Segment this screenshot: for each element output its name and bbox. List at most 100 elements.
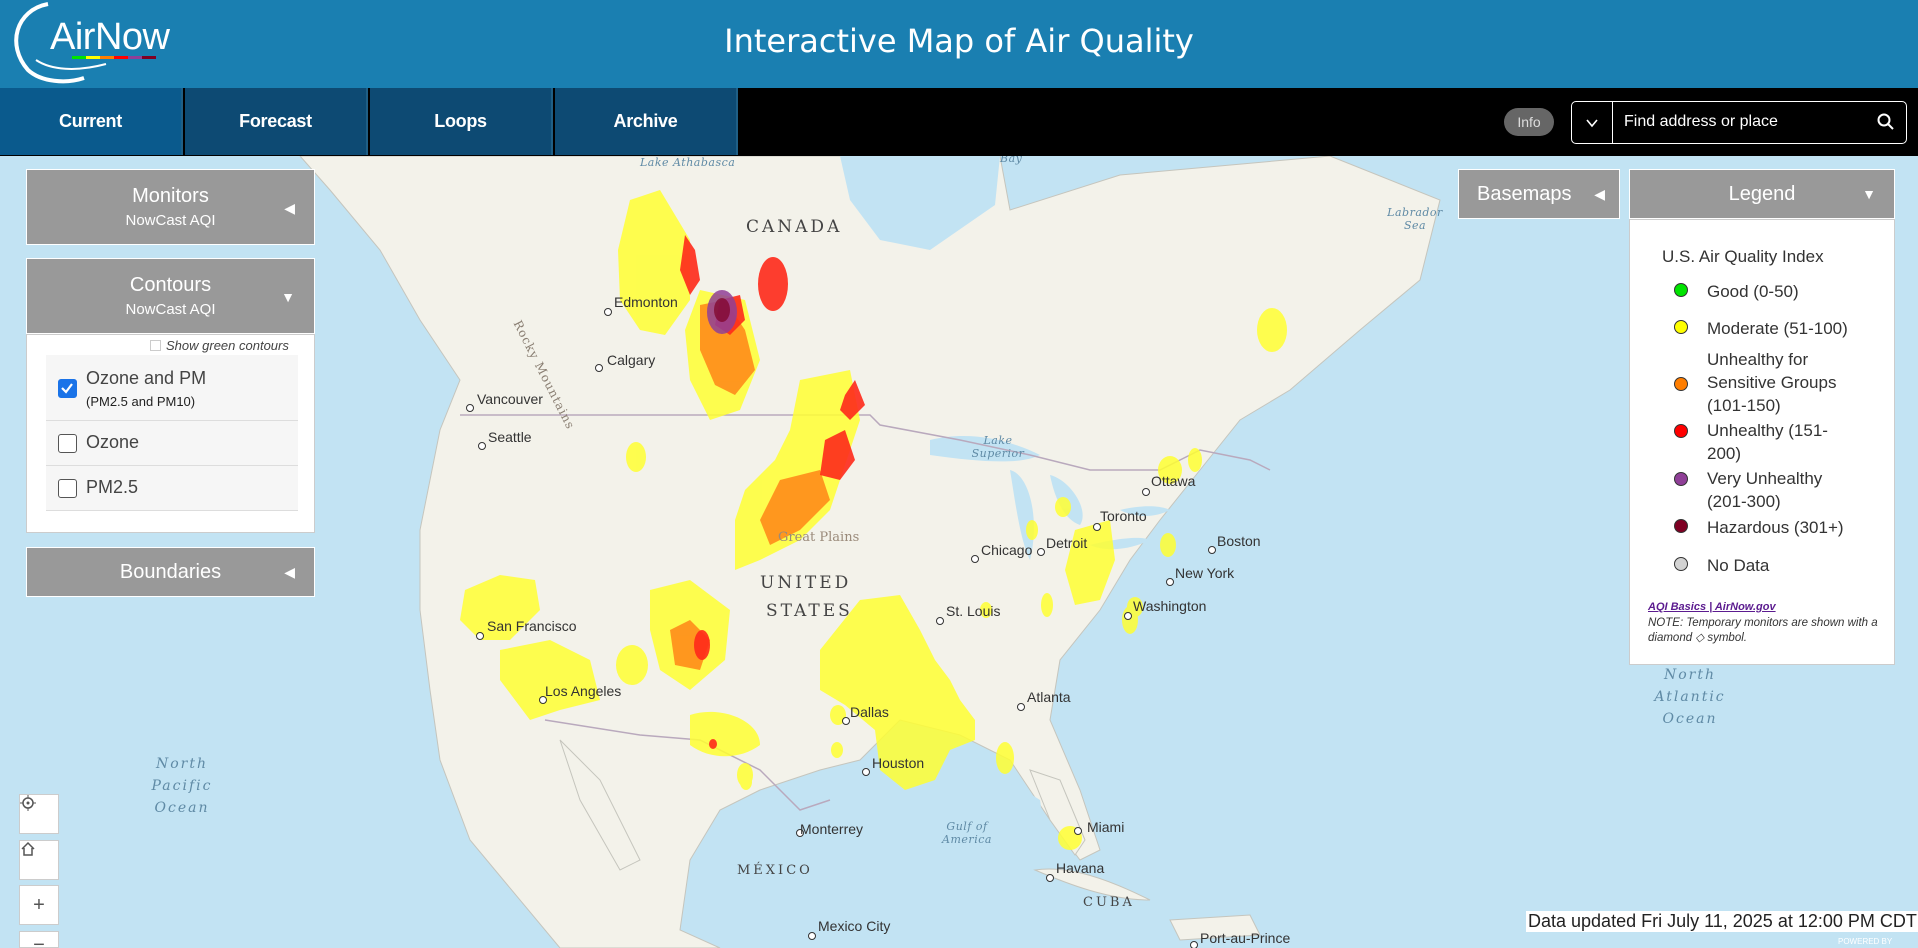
show-green-contours-toggle[interactable]: Show green contours — [150, 338, 289, 353]
city-dot — [1166, 578, 1174, 586]
show-green-label: Show green contours — [166, 338, 289, 353]
search-icon[interactable] — [1876, 112, 1896, 132]
city-label: Los Angeles — [545, 683, 622, 699]
ozone-checkbox[interactable] — [58, 434, 77, 453]
country-states: STATES — [766, 601, 853, 621]
city-dot — [604, 308, 612, 316]
caret-left-icon: ◀ — [284, 564, 295, 580]
aqi-index-title: U.S. Air Quality Index — [1662, 247, 1824, 266]
city-label: Seattle — [488, 429, 532, 445]
country-cuba: CUBA — [1083, 895, 1135, 910]
city-label: St. Louis — [946, 603, 1001, 619]
city-dot — [1074, 827, 1082, 835]
country-mexico: MÉXICO — [737, 863, 813, 878]
gulf-label: Gulf of America — [942, 820, 992, 846]
legend-label: Hazardous (301+) — [1707, 518, 1844, 537]
info-button[interactable]: Info — [1504, 108, 1554, 136]
green-dot-icon — [1674, 283, 1688, 297]
monitors-panel-header[interactable]: Monitors NowCast AQI ◀ — [26, 169, 315, 245]
caret-left-icon: ◀ — [284, 200, 295, 216]
lake-athabasca-label: Lake Athabasca — [640, 156, 736, 169]
ozone-pm-sublabel: (PM2.5 and PM10) — [86, 394, 196, 409]
city-label: Washington — [1133, 598, 1207, 614]
ozone-pm-checkbox[interactable] — [58, 379, 77, 398]
checkmark-icon — [61, 383, 73, 394]
city-dot — [842, 717, 850, 725]
lake-superior-label: Lake Superior — [971, 434, 1025, 460]
caret-down-icon: ▼ — [281, 289, 295, 305]
caret-left-icon: ◀ — [1594, 185, 1605, 202]
legend-label: Moderate (51-100) — [1707, 319, 1848, 338]
search-box — [1571, 101, 1907, 144]
search-input[interactable] — [1624, 113, 1854, 131]
maroon-dot-icon — [1674, 519, 1688, 533]
city-dot — [862, 768, 870, 776]
city-dot — [1037, 548, 1045, 556]
caret-down-icon: ▼ — [1862, 186, 1876, 202]
city-label: Chicago — [981, 542, 1033, 558]
legend-label: Good (0-50) — [1707, 282, 1799, 301]
home-icon — [21, 841, 35, 856]
city-label: Detroit — [1046, 535, 1088, 551]
zoom-out-button[interactable]: − — [19, 931, 59, 948]
city-label: Port-au-Prince — [1200, 930, 1291, 946]
city-label: Atlanta — [1027, 689, 1071, 705]
tab-current[interactable]: Current — [0, 88, 183, 155]
city-label: Boston — [1217, 533, 1261, 549]
header: AirNow Interactive Map of Air Quality — [0, 0, 1918, 88]
option-ozone[interactable]: Ozone — [46, 421, 298, 466]
zoom-in-button[interactable]: + — [19, 885, 59, 925]
pm25-checkbox[interactable] — [58, 479, 77, 498]
option-pm25[interactable]: PM2.5 — [46, 466, 298, 511]
option-ozone-and-pm[interactable]: Ozone and PM (PM2.5 and PM10) — [46, 355, 298, 421]
locate-button[interactable] — [19, 794, 59, 834]
city-label: Monterrey — [800, 821, 864, 837]
purple-dot-icon — [1674, 472, 1688, 486]
legend-panel: U.S. Air Quality Index Good (0-50) Moder… — [1629, 219, 1895, 665]
contours-title: Contours — [129, 274, 212, 296]
home-button[interactable] — [19, 840, 59, 880]
orange-dot-icon — [1674, 377, 1688, 391]
monitors-title: Monitors — [132, 185, 209, 207]
country-united: UNITED — [760, 573, 852, 593]
boundaries-title: Boundaries — [119, 561, 222, 583]
bay-label: Bay — [1000, 156, 1023, 165]
city-label: Edmonton — [614, 294, 678, 310]
ozone-pm-label: Ozone and PM — [86, 368, 207, 388]
country-canada: CANADA — [746, 217, 843, 237]
city-dot — [1124, 612, 1132, 620]
north-pacific-label: North Pacific Ocean — [151, 756, 213, 816]
tab-archive[interactable]: Archive — [555, 88, 738, 155]
city-label: Miami — [1087, 819, 1125, 835]
city-label: Havana — [1056, 860, 1105, 876]
city-dot — [1046, 874, 1054, 882]
chevron-down-icon — [1586, 118, 1598, 127]
aqi-basics-link[interactable]: AQI Basics | AirNow.gov — [1648, 601, 1776, 613]
gray-dot-icon — [1674, 557, 1688, 571]
city-label: Dallas — [850, 704, 889, 720]
nav-bar: Current Forecast Loops Archive Info — [0, 88, 1918, 156]
show-green-checkbox[interactable] — [150, 340, 161, 351]
search-dropdown-button[interactable] — [1572, 102, 1613, 143]
page-title: Interactive Map of Air Quality — [724, 22, 1194, 60]
contours-subtitle: NowCast AQI — [125, 301, 216, 318]
legend-label: No Data — [1707, 556, 1770, 575]
locate-icon — [20, 795, 36, 811]
basemaps-button[interactable]: Basemaps ◀ — [1458, 169, 1620, 219]
legend-title: Legend — [1728, 182, 1796, 205]
tab-loops[interactable]: Loops — [370, 88, 553, 155]
tab-forecast[interactable]: Forecast — [185, 88, 368, 155]
city-dot — [808, 932, 816, 940]
data-updated-status: Data updated Fri July 11, 2025 at 12:00 … — [1526, 911, 1918, 932]
city-dot — [1093, 523, 1101, 531]
great-plains-label: Great Plains — [778, 530, 860, 545]
city-dot — [1017, 703, 1025, 711]
city-label: Calgary — [607, 352, 656, 368]
city-label: Houston — [872, 755, 925, 771]
powered-by-label: POWERED BY — [1838, 937, 1893, 946]
contours-panel-header[interactable]: Contours NowCast AQI ▼ — [26, 258, 315, 334]
legend-header[interactable]: Legend ▼ — [1629, 169, 1895, 219]
boundaries-panel-header[interactable]: Boundaries ◀ — [26, 547, 315, 597]
city-label: New York — [1175, 565, 1235, 581]
monitors-subtitle: NowCast AQI — [125, 212, 216, 229]
